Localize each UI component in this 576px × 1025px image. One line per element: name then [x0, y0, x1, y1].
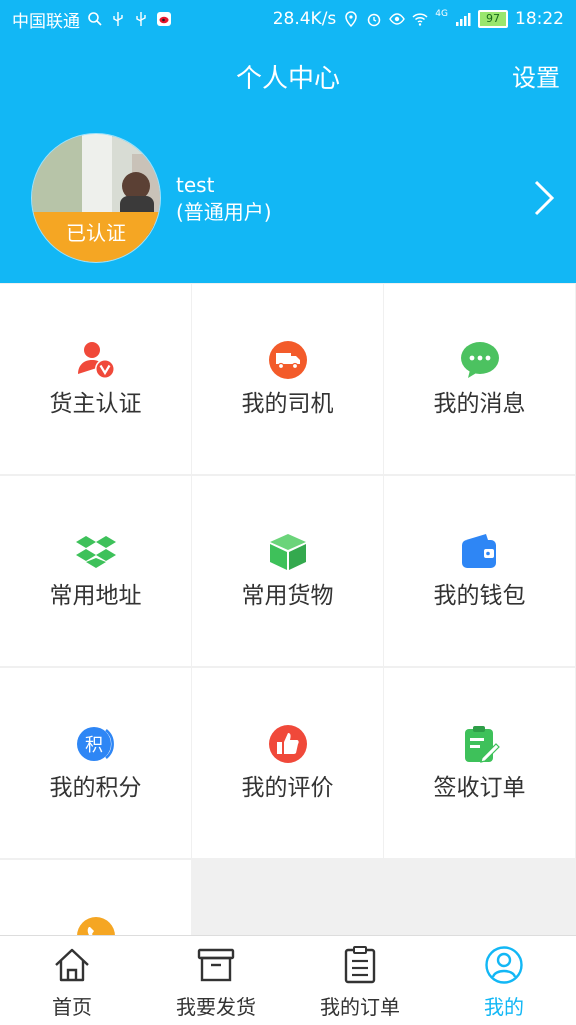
weibo-icon: [157, 12, 171, 26]
chevron-right-icon[interactable]: [528, 178, 558, 218]
user-type: (普通用户): [176, 200, 272, 224]
menu-label: 常用地址: [49, 583, 142, 609]
menu-label: 我的评价: [241, 775, 334, 801]
truck-icon: [268, 341, 307, 379]
menu-label: 常用货物: [241, 583, 334, 609]
bottom-tab-bar: 首页 我要发货 我的订单 我的: [0, 935, 576, 1025]
menu-shipper-verify[interactable]: 货主认证: [0, 284, 191, 474]
network-speed: 28.4K/s: [272, 9, 337, 29]
verified-badge: 已认证: [32, 212, 160, 262]
menu-my-reviews[interactable]: 我的评价: [192, 668, 383, 858]
address-boxes-icon: [75, 536, 116, 568]
menu-label: 签收订单: [433, 775, 526, 801]
avatar[interactable]: 已认证: [31, 133, 161, 263]
search-icon: [88, 12, 102, 26]
battery-level: 97: [486, 12, 500, 25]
shipper-verify-icon: [77, 342, 115, 379]
tab-label: 我的: [484, 995, 524, 1019]
network-type: 4G: [435, 9, 448, 19]
user-icon: [485, 946, 523, 984]
tab-label: 首页: [52, 995, 92, 1019]
status-bar: 中国联通 28.4K/s 4G 97 18:22: [0, 0, 576, 38]
eye-icon: [389, 13, 406, 25]
tab-label: 我要发货: [176, 995, 256, 1019]
menu-my-points[interactable]: 积 我的积分: [0, 668, 191, 858]
points-icon: 积: [76, 727, 114, 761]
usb-icon: [113, 12, 123, 26]
menu-my-messages[interactable]: 我的消息: [384, 284, 575, 474]
tab-label: 我的订单: [320, 995, 400, 1019]
tab-home[interactable]: 首页: [0, 936, 144, 1025]
menu-common-cargo[interactable]: 常用货物: [192, 476, 383, 666]
phone-icon: [76, 917, 115, 936]
thumbs-up-icon: [268, 725, 307, 763]
username: test: [176, 173, 215, 197]
message-bubble-icon: [460, 342, 499, 378]
menu-contact[interactable]: [0, 860, 191, 936]
menu-label: 我的消息: [433, 391, 526, 417]
menu-label: 我的钱包: [433, 583, 526, 609]
status-right: 28.4K/s 4G 97 18:22: [273, 9, 564, 29]
carrier-label: 中国联通: [12, 11, 80, 32]
svg-text:积: 积: [85, 735, 103, 756]
menu-sign-orders[interactable]: 签收订单: [384, 668, 575, 858]
wifi-icon: [412, 13, 428, 26]
signal-icon: [456, 13, 471, 26]
clipboard-sign-icon: [464, 726, 500, 763]
menu-label: 我的积分: [49, 775, 142, 801]
status-left: 中国联通: [12, 7, 172, 32]
cargo-box-icon: [269, 534, 306, 570]
wallet-icon: [461, 534, 496, 568]
alarm-icon: [368, 13, 381, 27]
page-title: 个人中心: [235, 64, 340, 94]
usb-icon-2: [136, 12, 146, 26]
box-icon: [197, 948, 235, 982]
menu-label: 我的司机: [241, 391, 334, 417]
battery-indicator: 97: [478, 10, 508, 28]
menu-common-address[interactable]: 常用地址: [0, 476, 191, 666]
profile-header: 个人中心 设置 已认证 test (普通用户): [0, 38, 576, 283]
menu-label: 货主认证: [49, 391, 142, 417]
home-icon: [55, 948, 89, 982]
location-icon: [345, 11, 358, 27]
menu-my-drivers[interactable]: 我的司机: [192, 284, 383, 474]
menu-my-wallet[interactable]: 我的钱包: [384, 476, 575, 666]
status-time: 18:22: [515, 9, 564, 29]
tab-me[interactable]: 我的: [432, 936, 576, 1025]
tab-my-orders[interactable]: 我的订单: [288, 936, 432, 1025]
settings-button[interactable]: 设置: [512, 58, 560, 93]
order-list-icon: [344, 946, 376, 984]
tab-ship-goods[interactable]: 我要发货: [144, 936, 288, 1025]
profile-info: test (普通用户): [176, 172, 272, 226]
